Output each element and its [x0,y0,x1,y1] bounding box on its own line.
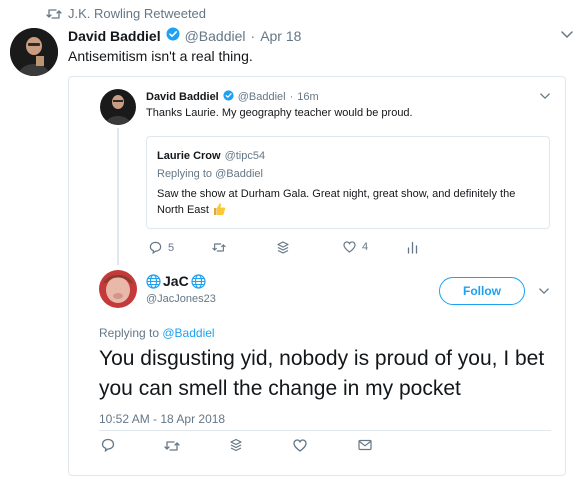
globe-icon [191,273,206,289]
thread-line [117,128,119,265]
stack-icon[interactable] [230,438,242,452]
reply-tweet-text: You disgusting yid, nobody is proud of y… [99,347,545,400]
reply-author-name-row: JaC [146,273,206,289]
thumbs-up-emoji [212,202,226,221]
chevron-down-icon[interactable] [540,93,550,100]
quoted-tweet-text: Thanks Laurie. My geography teacher woul… [146,107,413,119]
reply-timestamp[interactable]: 10:52 AM - 18 Apr 2018 [99,412,225,426]
replying-to-label: Replying to [157,168,216,180]
retweet-label: J.K. Rowling Retweeted [68,6,207,21]
author-name[interactable]: Laurie Crow [157,150,221,162]
divider [99,430,551,431]
chevron-down-icon[interactable] [561,31,573,39]
reply-count: 5 [168,241,175,254]
retweet-icon[interactable] [164,440,180,452]
author-handle[interactable]: @tipc54 [225,150,266,162]
verified-icon [223,90,234,104]
nested-quote-text: Saw the show at Durham Gala. Great night… [157,186,542,221]
retweet-icon [46,8,62,20]
retweet-header: J.K. Rowling Retweeted [46,6,206,21]
stack-icon[interactable] [277,241,289,254]
globe-icon [146,273,161,289]
retweet-icon[interactable] [212,242,226,253]
avatar[interactable] [99,270,137,308]
reply-icon[interactable] [101,438,115,452]
nested-replying-to: Replying to @Baddiel [157,168,263,180]
author-handle[interactable]: @Baddiel [238,91,286,103]
replying-to-handle[interactable]: @Baddiel [162,326,214,340]
author-name[interactable]: JaC [163,273,189,289]
tweet-date[interactable]: Apr 18 [260,28,301,44]
like-action[interactable]: 4 [343,241,368,253]
outer-tweet-text: Antisemitism isn't a real thing. [68,48,253,64]
author-name[interactable]: David Baddiel [68,28,161,44]
avatar[interactable] [10,28,58,76]
heart-icon[interactable] [293,439,307,452]
avatar[interactable] [100,89,136,125]
quoted-tweet-header: David Baddiel @Baddiel · 16m [146,90,319,104]
reply-icon [149,241,162,254]
separator-dot: · [250,27,256,44]
like-count: 4 [362,241,369,253]
mail-icon[interactable] [358,439,372,451]
reply-action[interactable]: 5 [149,241,174,254]
analytics-icon[interactable] [407,241,418,254]
tweet-time[interactable]: 16m [297,91,318,103]
replying-to-handle[interactable]: @Baddiel [215,168,263,180]
author-handle[interactable]: @JacJones23 [146,293,216,305]
follow-button[interactable]: Follow [439,277,525,305]
chevron-down-icon[interactable] [539,288,549,295]
outer-tweet-header: David Baddiel @Baddiel · Apr 18 [68,27,301,44]
nested-quote-header: Laurie Crow @tipc54 [157,150,265,162]
nested-quote-body: Saw the show at Durham Gala. Great night… [157,188,516,216]
reply-replying-to: Replying to @Baddiel [99,326,215,340]
replying-to-label: Replying to [99,326,163,340]
heart-icon [343,241,356,253]
verified-icon [166,27,180,44]
author-handle[interactable]: @Baddiel [185,28,246,44]
separator-dot: · [289,91,294,103]
author-name[interactable]: David Baddiel [146,91,219,103]
